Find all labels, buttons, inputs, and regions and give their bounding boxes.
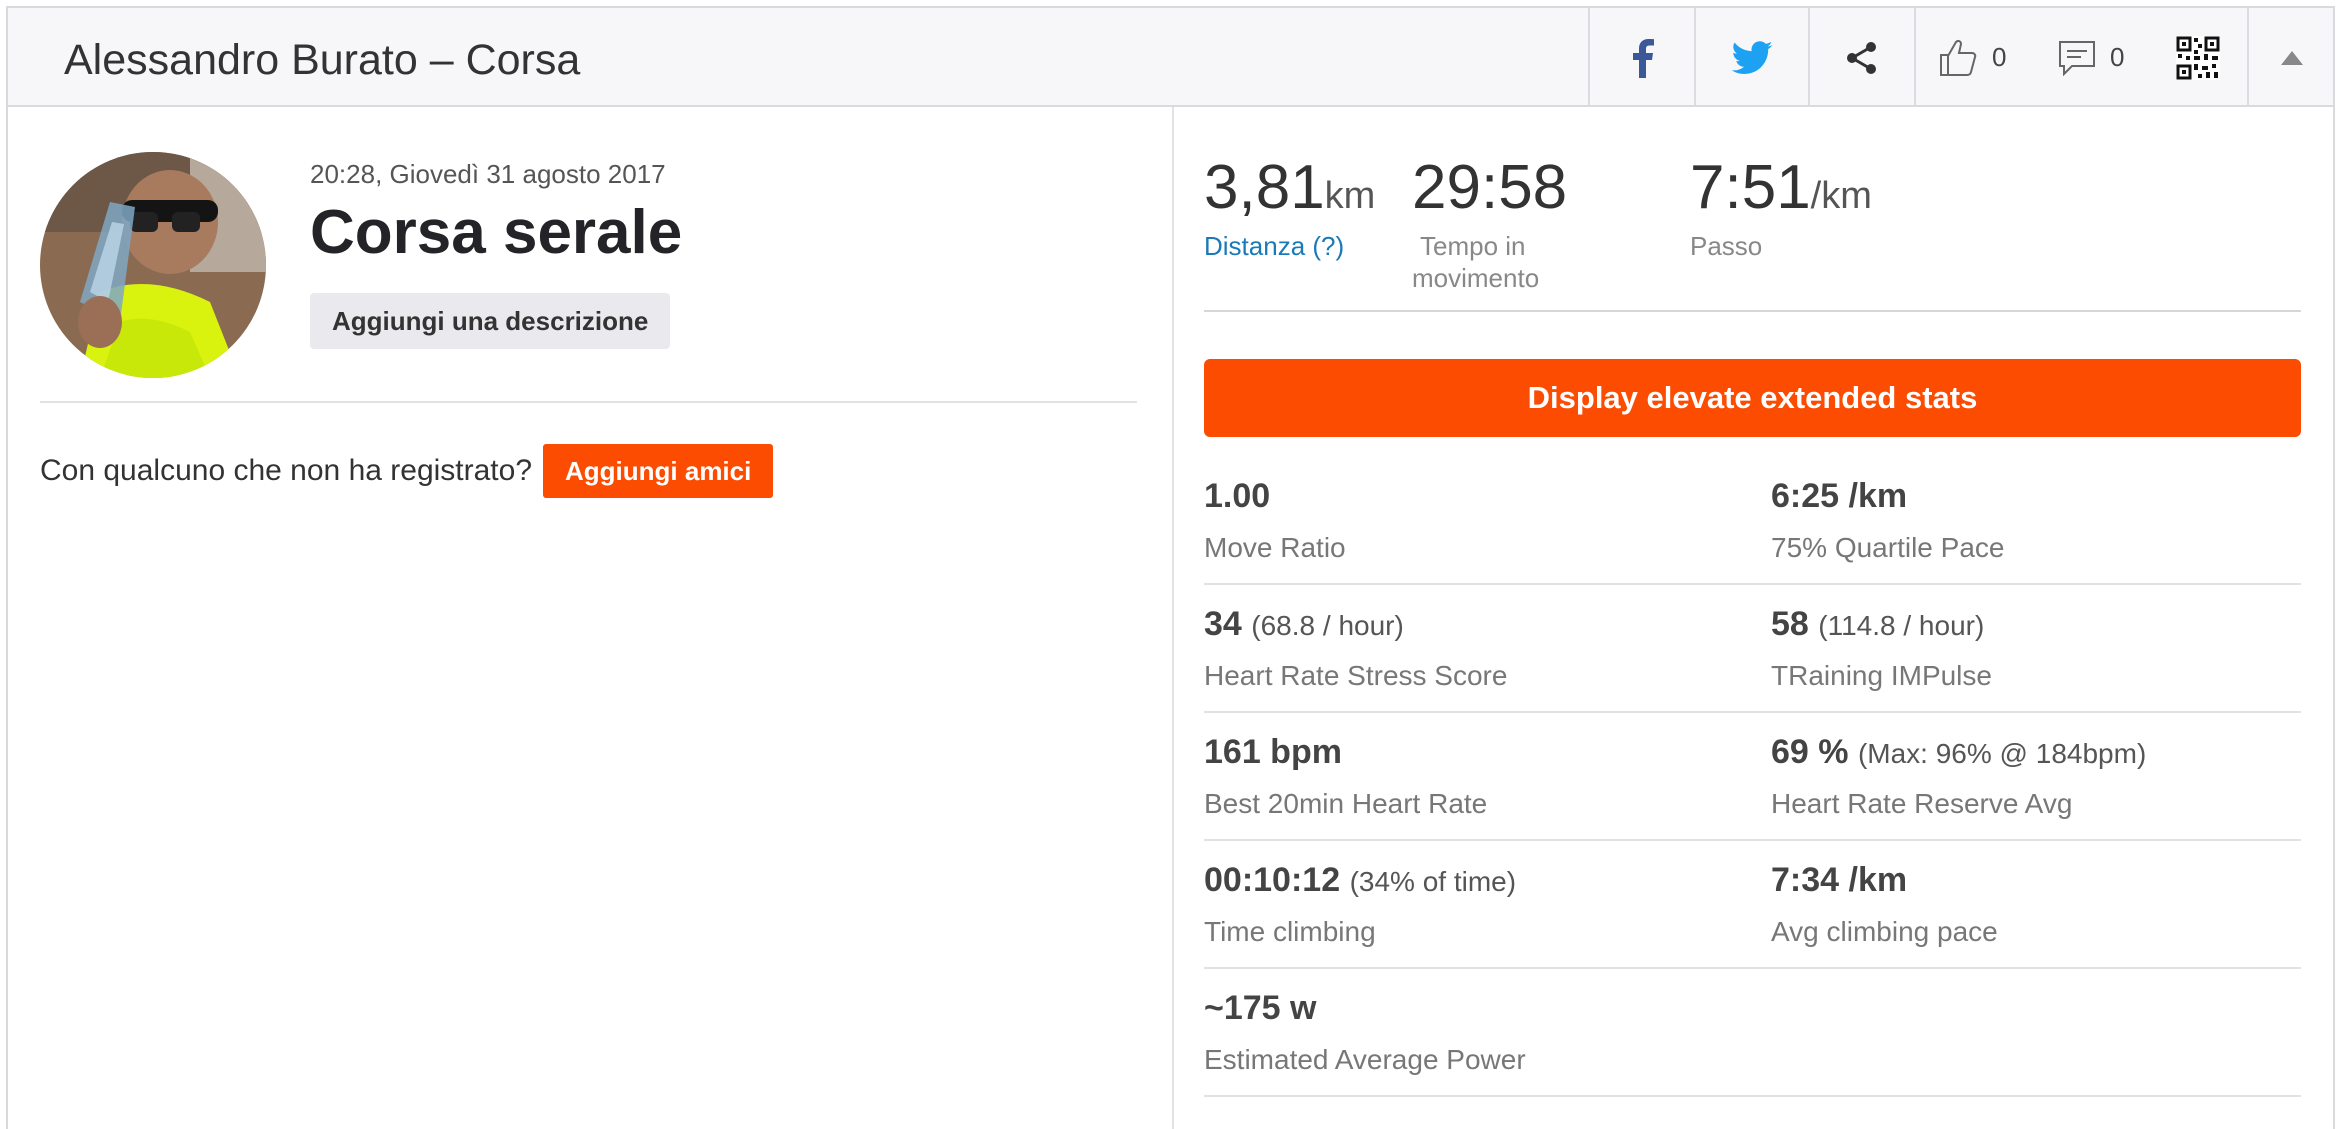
stat-label: Best 20min Heart Rate [1204,788,1488,819]
stats-row: ~175 w Estimated Average Power [1204,969,2301,1097]
stat-label: Move Ratio [1204,532,1346,563]
stat-hr-reserve: 69 % (Max: 96% @ 184bpm) Heart Rate Rese… [1771,713,2311,839]
pace-label: Passo [1690,231,1763,261]
distance-unit: km [1324,175,1376,217]
add-friends-button[interactable]: Aggiungi amici [543,444,774,498]
page-title: Alessandro Burato – Corsa [64,36,581,84]
distance-value: 3,81 [1204,153,1325,222]
stat-label: Avg climbing pace [1771,916,1998,947]
activity-datetime: 20:28, Giovedì 31 agosto 2017 [310,159,666,189]
stat-value: 00:10:12 [1204,861,1341,899]
thumbs-up-icon [1940,39,1977,76]
comments-button[interactable]: 0 [2058,8,2158,107]
stat-extra: (68.8 / hour) [1251,610,1404,641]
kudos-button[interactable]: 0 [1938,8,2038,107]
stat-extra: (Max: 96% @ 184bpm) [1857,738,2147,769]
divider [1914,8,1916,107]
stat-value: 6:25 /km [1771,477,1908,515]
avatar[interactable] [40,152,266,378]
moving-time-stat: 29:58 [1412,157,1567,219]
stat-value: 58 [1771,605,1809,643]
stats-row: 00:10:12 (34% of time) Time climbing 7:3… [1204,841,2301,969]
display-extended-stats-button[interactable]: Display elevate extended stats [1204,359,2301,437]
qr-code-icon [2176,35,2220,80]
divider [40,401,1137,403]
share-button[interactable] [1810,8,1914,107]
moving-time-label: Tempo in movimento [1412,230,1539,294]
divider [1204,310,2301,312]
kudos-count: 0 [1992,42,2007,72]
stat-trimp: 58 (114.8 / hour) TRaining IMPulse [1771,585,2311,711]
share-twitter-button[interactable] [1696,8,1808,107]
collapse-button[interactable] [2249,8,2335,107]
moving-time-value: 29:58 [1412,153,1568,222]
share-icon [1847,41,1876,74]
add-description-button[interactable]: Aggiungi una descrizione [310,293,671,349]
stat-extra: (34% of time) [1349,866,1517,897]
stat-label: Estimated Average Power [1204,1044,1526,1075]
stat-estimated-power: ~175 w Estimated Average Power [1204,969,1744,1095]
stats-row: 34 (68.8 / hour) Heart Rate Stress Score… [1204,585,2301,713]
stat-best-20min-hr: 161 bpm Best 20min Heart Rate [1204,713,1744,839]
activity-header: Alessandro Burato – Corsa 0 0 [6,6,2335,107]
stat-hrss: 34 (68.8 / hour) Heart Rate Stress Score [1204,585,1744,711]
moving-time-label-line2: movimento [1412,263,1540,293]
stat-value: 34 [1204,605,1242,643]
stat-label: TRaining IMPulse [1771,660,1992,691]
athlete-photo [40,152,266,378]
stat-value: 161 bpm [1204,733,1342,771]
moving-time-label-line1: Tempo in [1420,231,1526,261]
stat-label: Time climbing [1204,916,1376,947]
stats-row: 1.00 Move Ratio 6:25 /km 75% Quartile Pa… [1204,457,2301,585]
twitter-icon [1731,40,1773,74]
friends-question: Con qualcuno che non ha registrato? [40,454,533,487]
stat-label: Heart Rate Stress Score [1204,660,1508,691]
stats-row: 161 bpm Best 20min Heart Rate 69 % (Max:… [1204,713,2301,841]
stat-label: Heart Rate Reserve Avg [1771,788,2073,819]
comment-icon [2059,40,2095,76]
stat-label: 75% Quartile Pace [1771,532,2005,563]
facebook-icon [1633,38,1654,78]
comments-count: 0 [2110,42,2125,72]
distance-stat: 3,81km [1204,157,1375,219]
activity-title: Corsa serale [310,198,683,267]
distance-label[interactable]: Distanza (?) [1204,230,1344,262]
activity-details: 20:28, Giovedì 31 agosto 2017 Corsa sera… [8,107,1172,1129]
extended-stats-grid: 1.00 Move Ratio 6:25 /km 75% Quartile Pa… [1204,457,2301,1097]
stat-climbing-pace: 7:34 /km Avg climbing pace [1771,841,2311,967]
stat-quartile-pace: 6:25 /km 75% Quartile Pace [1771,457,2311,583]
activity-stats: 3,81km Distanza (?) 29:58 Tempo in movim… [1174,107,2335,1129]
pace-stat: 7:51/km [1690,157,1872,219]
stat-value: ~175 w [1204,989,1317,1027]
caret-up-icon [2281,50,2303,65]
pace-value: 7:51 [1690,153,1811,222]
stat-value: 7:34 /km [1771,861,1908,899]
stat-move-ratio: 1.00 Move Ratio [1204,457,1744,583]
pace-unit: /km [1810,175,1872,217]
stat-value: 69 % [1771,733,1849,771]
stat-extra: (114.8 / hour) [1818,610,1985,641]
stat-value: 1.00 [1204,477,1271,515]
qr-code-button[interactable] [2168,8,2228,107]
share-facebook-button[interactable] [1590,8,1694,107]
stat-time-climbing: 00:10:12 (34% of time) Time climbing [1204,841,1744,967]
